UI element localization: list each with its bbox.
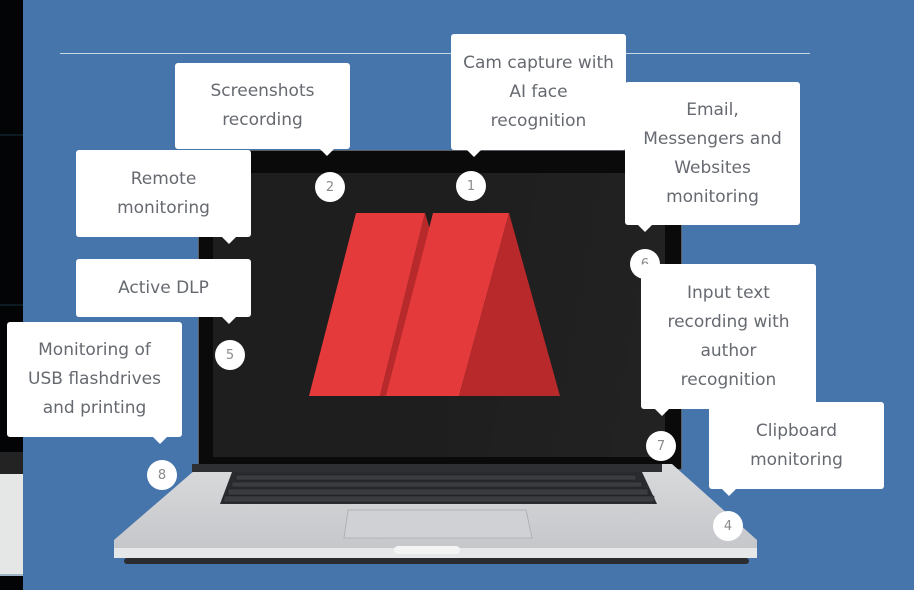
laptop-hinge: [192, 464, 662, 472]
laptop-lid: [198, 150, 682, 470]
adjacent-panel-edge: [0, 0, 23, 590]
callout-input-text-recording[interactable]: Input text recording with author recogni…: [641, 264, 816, 416]
callout-line: Monitoring of: [38, 340, 151, 360]
panel-edge-band: [0, 452, 23, 474]
callout-line: monitoring: [666, 186, 759, 207]
laptop-notch: [394, 546, 460, 554]
trackpad: [343, 509, 533, 539]
feature-marker-1[interactable]: 1: [456, 171, 486, 201]
callout-line: Email,: [686, 99, 739, 120]
callout-line: monitoring: [750, 449, 843, 470]
callout-line: Messengers and: [643, 128, 782, 149]
m-logo-icon: [309, 213, 560, 396]
callout-line: USB flashdrives: [28, 369, 161, 389]
callout-line: Clipboard: [755, 420, 838, 441]
callout-line: AI face: [509, 81, 568, 102]
laptop-base: [114, 464, 757, 564]
feature-marker-5[interactable]: 5: [215, 340, 245, 370]
callout-line: author: [700, 340, 757, 361]
callout-line: Active DLP: [118, 277, 209, 298]
laptop-feet: [124, 558, 749, 564]
callout-line: monitoring: [117, 197, 210, 218]
callout-line: Screenshots: [210, 81, 315, 101]
panel-edge-line: [0, 304, 23, 306]
callout-line: Cam capture with: [463, 52, 614, 73]
keyboard-row: [223, 495, 655, 503]
feature-marker-7[interactable]: 7: [646, 431, 676, 461]
callout-line: Websites: [674, 157, 751, 178]
laptop-screen: [213, 173, 665, 457]
callout-email-messengers-websites[interactable]: Email, Messengers and Websites monitorin…: [625, 82, 800, 232]
callout-line: recording with: [667, 311, 790, 332]
callout-line: Remote: [130, 168, 197, 189]
callout-cam-capture[interactable]: Cam capture with AI face recognition: [451, 34, 626, 157]
callout-line: and printing: [42, 398, 147, 418]
feature-marker-8[interactable]: 8: [147, 460, 177, 490]
feature-marker-2[interactable]: 2: [315, 172, 345, 202]
callout-line: recognition: [680, 369, 777, 390]
divider: [60, 53, 810, 54]
keyboard-row: [231, 481, 643, 488]
keyboard-row: [227, 488, 649, 496]
callout-line: recording: [222, 110, 303, 130]
callout-clipboard-monitoring[interactable]: Clipboard monitoring: [709, 402, 884, 496]
callout-remote-monitoring[interactable]: Remote monitoring: [76, 150, 251, 244]
callout-screenshots-recording[interactable]: Screenshots recording: [175, 63, 350, 156]
panel-edge-line: [0, 134, 23, 136]
callout-usb-printing[interactable]: Monitoring of USB flashdrives and printi…: [7, 322, 182, 444]
feature-marker-4[interactable]: 4: [713, 511, 743, 541]
callout-line: recognition: [490, 110, 587, 131]
panel-edge-band: [0, 474, 23, 576]
keyboard-row: [235, 474, 637, 481]
callout-active-dlp[interactable]: Active DLP: [76, 259, 251, 324]
callout-line: Input text: [687, 282, 770, 303]
